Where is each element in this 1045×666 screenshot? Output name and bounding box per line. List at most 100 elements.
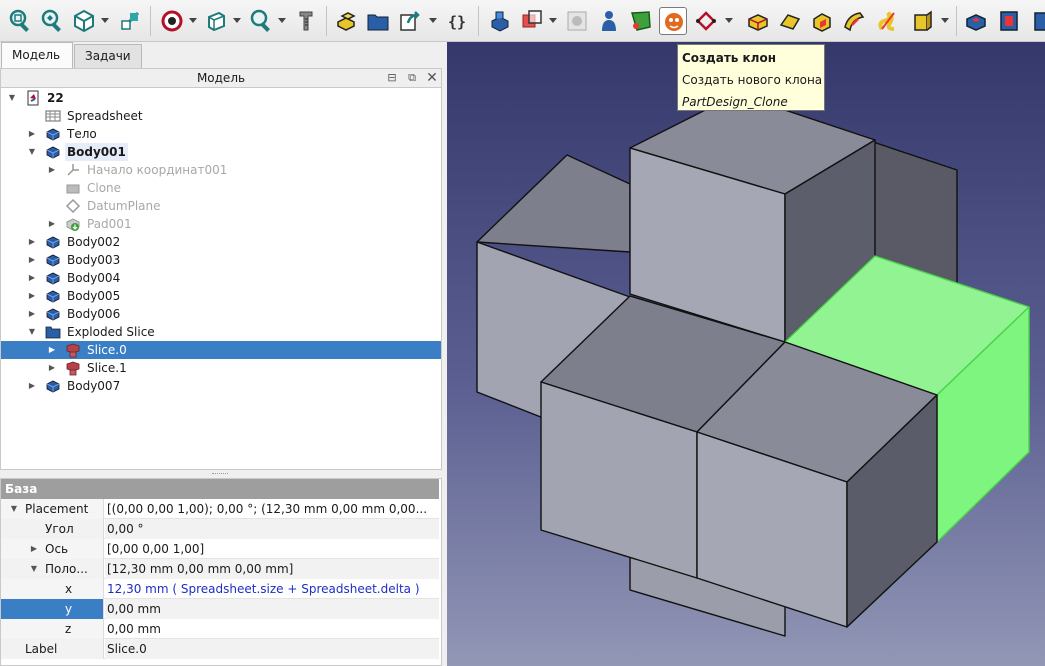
sub-shape-binder-icon[interactable] bbox=[518, 7, 546, 35]
property-row[interactable]: y 0,00 mm bbox=[1, 599, 439, 619]
pipe-icon[interactable] bbox=[840, 7, 868, 35]
property-row[interactable]: Placement ▼ [(0,00 0,00 1,00); 0,00 °; (12… bbox=[1, 499, 439, 519]
property-row[interactable]: z 0,00 mm bbox=[1, 619, 439, 639]
revolution-icon[interactable] bbox=[776, 7, 804, 35]
bounding-box-icon[interactable] bbox=[202, 7, 230, 35]
expand-arrow-icon[interactable]: ▶ bbox=[29, 539, 39, 559]
sketch-dropdown-icon[interactable] bbox=[725, 18, 733, 23]
zoom-fit-selection-icon[interactable] bbox=[38, 7, 66, 35]
property-name-cell: Label bbox=[1, 639, 104, 659]
tree-item[interactable]: ▼ 22 bbox=[1, 89, 441, 107]
link-dropdown-icon[interactable] bbox=[429, 18, 437, 23]
additive-box-icon[interactable] bbox=[908, 7, 936, 35]
zoom-dropdown-icon[interactable] bbox=[278, 18, 286, 23]
subtractive-box-icon[interactable] bbox=[1027, 7, 1045, 35]
tree-item[interactable]: Clone bbox=[1, 179, 441, 197]
tree-item[interactable]: ▶ Body004 bbox=[1, 269, 441, 287]
part-design-body-icon[interactable] bbox=[332, 7, 360, 35]
property-row[interactable]: Label Slice.0 bbox=[1, 639, 439, 659]
draw-style-icon[interactable] bbox=[158, 7, 186, 35]
loft-icon[interactable] bbox=[808, 7, 836, 35]
check-geometry-icon[interactable] bbox=[563, 7, 591, 35]
3d-scene bbox=[476, 93, 1030, 637]
tree-item[interactable]: ▶ Тело bbox=[1, 125, 441, 143]
property-name-cell: x bbox=[1, 579, 104, 599]
expand-arrow-icon[interactable]: ▶ bbox=[47, 359, 57, 377]
hole-icon[interactable] bbox=[995, 7, 1023, 35]
expand-arrow-icon[interactable]: ▶ bbox=[47, 215, 57, 233]
expand-arrow-icon[interactable]: ▶ bbox=[27, 125, 37, 143]
expand-arrow-icon[interactable]: ▶ bbox=[27, 287, 37, 305]
property-value[interactable]: [(0,00 0,00 1,00); 0,00 °; (12,30 mm 0,0… bbox=[105, 499, 439, 519]
link-icon[interactable] bbox=[396, 7, 424, 35]
binder-dropdown-icon[interactable] bbox=[549, 18, 557, 23]
zoom-fit-all-icon[interactable] bbox=[6, 7, 34, 35]
view-dropdown-arrow-icon[interactable] bbox=[101, 18, 109, 23]
bounding-box-dropdown-icon[interactable] bbox=[233, 18, 241, 23]
property-row[interactable]: Ось ▶ [0,00 0,00 1,00] bbox=[1, 539, 439, 559]
property-value[interactable]: 0,00 mm bbox=[105, 599, 439, 619]
part-icon[interactable] bbox=[364, 7, 392, 35]
datum-icon[interactable] bbox=[627, 7, 655, 35]
view-axo-icon[interactable] bbox=[116, 7, 144, 35]
collapse-arrow-icon[interactable]: ▼ bbox=[29, 559, 39, 579]
pad-icon[interactable] bbox=[744, 7, 772, 35]
shape-binder-icon[interactable] bbox=[486, 7, 514, 35]
property-value[interactable]: 12,30 mm ( Spreadsheet.size + Spreadshee… bbox=[105, 579, 439, 599]
property-value[interactable]: 0,00 mm bbox=[105, 619, 439, 639]
property-row[interactable]: Угол 0,00 ° bbox=[1, 519, 439, 539]
tab-model[interactable]: Модель bbox=[1, 42, 73, 68]
expand-arrow-icon[interactable]: ▶ bbox=[27, 377, 37, 395]
tree-item[interactable]: ▼ Exploded Slice bbox=[1, 323, 441, 341]
draw-style-dropdown-icon[interactable] bbox=[189, 18, 197, 23]
float-panel-icon[interactable]: ⧉ bbox=[405, 71, 419, 85]
tree-item[interactable]: ▶ Pad001 bbox=[1, 215, 441, 233]
tab-tasks[interactable]: Задачи bbox=[74, 44, 142, 68]
collapse-icon[interactable]: ⊟ bbox=[385, 71, 399, 85]
tree-item[interactable]: ▶ Body006 bbox=[1, 305, 441, 323]
tree-item[interactable]: ▶ Slice.0 bbox=[1, 341, 441, 359]
body-icon bbox=[45, 306, 61, 322]
tree-item[interactable]: DatumPlane bbox=[1, 197, 441, 215]
expand-arrow-icon[interactable]: ▶ bbox=[27, 269, 37, 287]
property-value[interactable]: Slice.0 bbox=[105, 639, 439, 659]
property-value[interactable]: [12,30 mm 0,00 mm 0,00 mm] bbox=[105, 559, 439, 579]
property-row[interactable]: Поло... ▼ [12,30 mm 0,00 mm 0,00 mm] bbox=[1, 559, 439, 579]
helix-icon[interactable] bbox=[874, 7, 902, 35]
property-value[interactable]: [0,00 0,00 1,00] bbox=[105, 539, 439, 559]
close-panel-icon[interactable]: ✕ bbox=[425, 71, 439, 85]
collapse-arrow-icon[interactable]: ▼ bbox=[9, 499, 19, 519]
measure-icon[interactable] bbox=[292, 7, 320, 35]
property-group-base[interactable]: База bbox=[1, 479, 439, 499]
expand-arrow-icon[interactable]: ▶ bbox=[47, 161, 57, 179]
tree-item[interactable]: ▼ Body001 bbox=[1, 143, 441, 161]
expand-arrow-icon[interactable]: ▶ bbox=[47, 341, 57, 359]
property-value[interactable]: 0,00 ° bbox=[105, 519, 439, 539]
collapse-arrow-icon[interactable]: ▼ bbox=[27, 323, 37, 341]
expand-arrow-icon[interactable]: ▶ bbox=[27, 251, 37, 269]
tree-item[interactable]: ▶ Body002 bbox=[1, 233, 441, 251]
tree-item[interactable]: ▶ Body007 bbox=[1, 377, 441, 395]
zoom-icon[interactable] bbox=[247, 7, 275, 35]
expand-arrow-icon[interactable]: ▶ bbox=[27, 233, 37, 251]
create-body-person-icon[interactable] bbox=[595, 7, 623, 35]
tree-item[interactable]: ▶ Slice.1 bbox=[1, 359, 441, 377]
panel-splitter[interactable] bbox=[0, 470, 442, 478]
sketch-icon[interactable] bbox=[692, 7, 720, 35]
collapse-arrow-icon[interactable]: ▼ bbox=[27, 143, 37, 161]
additive-dropdown-icon[interactable] bbox=[941, 18, 949, 23]
clone-icon bbox=[65, 180, 81, 196]
clone-icon[interactable] bbox=[659, 7, 687, 35]
tree-item-label: Pad001 bbox=[87, 217, 132, 231]
view-cube-icon[interactable] bbox=[70, 7, 98, 35]
pocket-icon[interactable] bbox=[962, 7, 990, 35]
3d-viewport[interactable] bbox=[447, 42, 1045, 666]
tree-item[interactable]: Spreadsheet bbox=[1, 107, 441, 125]
property-row[interactable]: x 12,30 mm ( Spreadsheet.size + Spreadshe… bbox=[1, 579, 439, 599]
expand-arrow-icon[interactable]: ▶ bbox=[27, 305, 37, 323]
tree-item[interactable]: ▶ Body005 bbox=[1, 287, 441, 305]
tree-item[interactable]: ▶ Body003 bbox=[1, 251, 441, 269]
tree-item[interactable]: ▶ Начало координат001 bbox=[1, 161, 441, 179]
variable-set-icon[interactable]: {} bbox=[443, 7, 471, 35]
collapse-arrow-icon[interactable]: ▼ bbox=[7, 89, 17, 107]
